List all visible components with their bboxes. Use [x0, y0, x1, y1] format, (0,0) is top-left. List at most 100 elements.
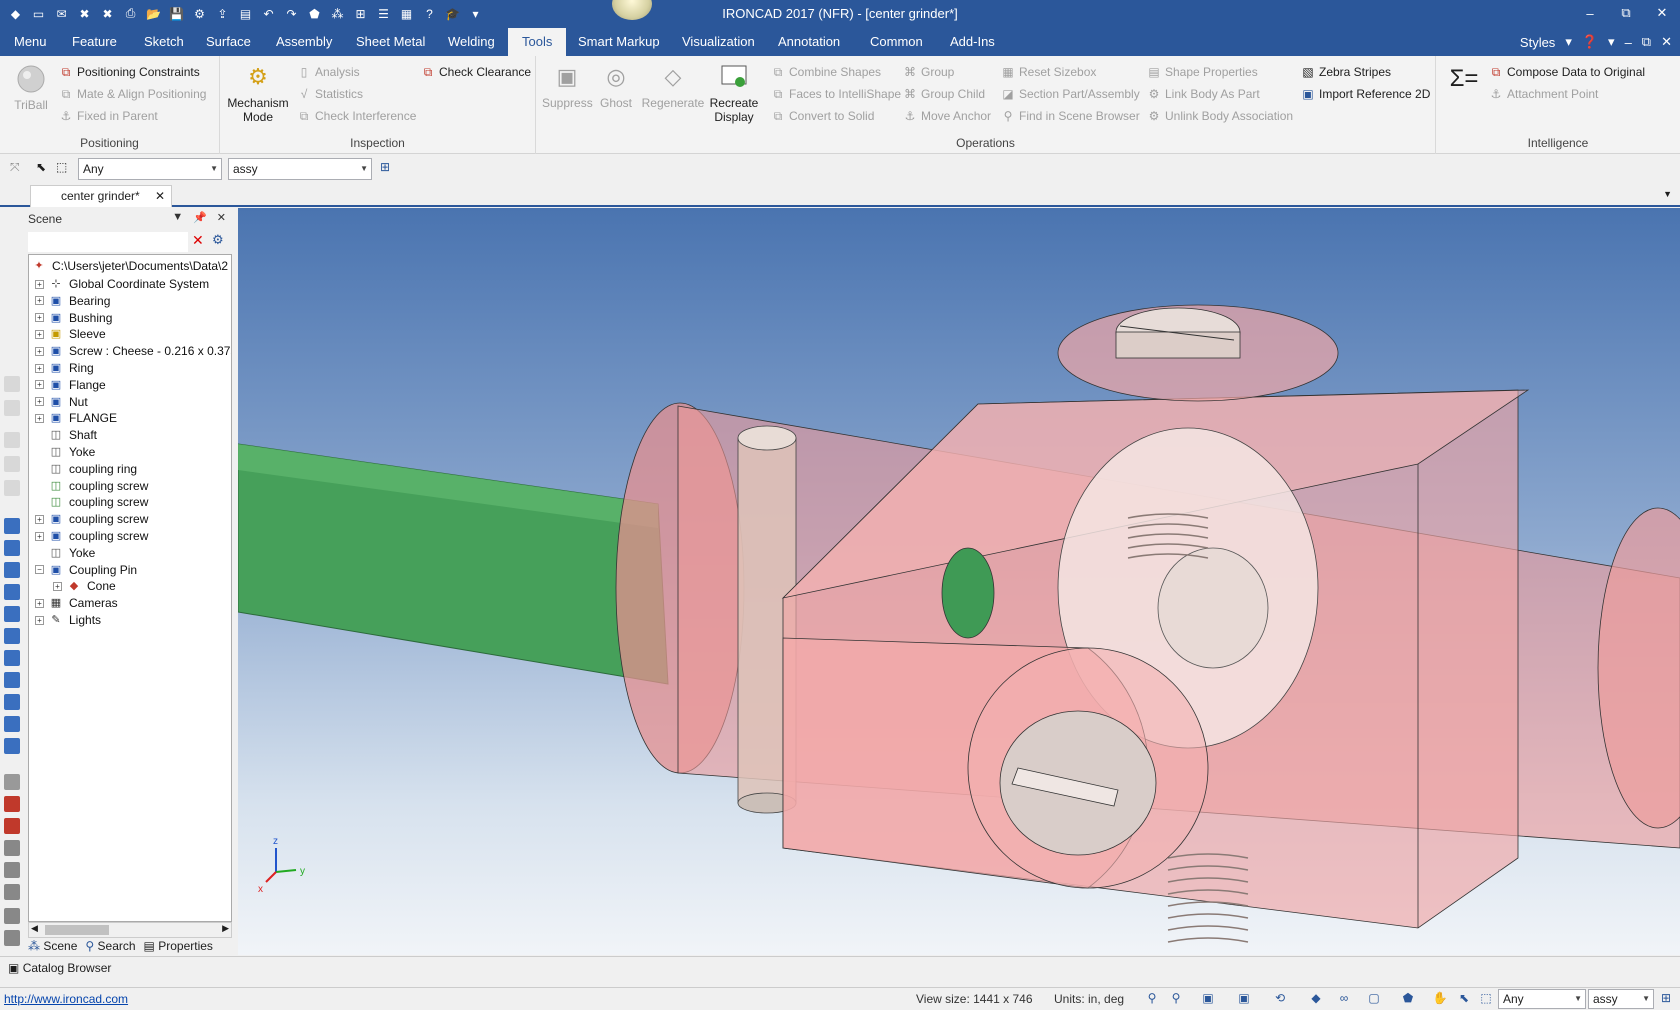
attachment-point-button[interactable]: ⚓ Attachment Point — [1488, 84, 1599, 104]
tab-assembly[interactable]: Assembly — [262, 28, 346, 56]
ruler-icon[interactable] — [4, 930, 20, 946]
close-icon[interactable]: ✕ — [155, 186, 165, 206]
import-reference-button[interactable]: ▣ Import Reference 2D — [1300, 84, 1430, 104]
zebra-stripes-button[interactable]: ▧ Zebra Stripes — [1300, 62, 1391, 82]
shape-properties-button[interactable]: ▤ Shape Properties — [1146, 62, 1257, 82]
reset-sizebox-button[interactable]: ▦ Reset Sizebox — [1000, 62, 1096, 82]
styles-dropdown-icon[interactable]: ▾ — [1565, 34, 1572, 50]
tree-item[interactable]: + ▣ Screw : Cheese - 0.216 x 0.375 — [35, 342, 231, 360]
render-mode-icon[interactable]: ◆ — [1308, 991, 1324, 1007]
expand-icon[interactable]: + — [35, 380, 44, 390]
sphere-shape-icon[interactable] — [4, 584, 20, 600]
view-eye-icon[interactable] — [4, 796, 20, 812]
group-child-button[interactable]: ⌘ Group Child — [902, 84, 985, 104]
cone-shape-icon[interactable] — [4, 562, 20, 578]
collapse-icon[interactable]: − — [35, 565, 44, 575]
tab-sketch[interactable]: Sketch — [130, 28, 198, 56]
statistics-button[interactable]: √ Statistics — [296, 84, 363, 104]
compose-data-button[interactable]: ⧉ Compose Data to Original — [1488, 62, 1645, 82]
tab-common[interactable]: Common — [856, 28, 937, 56]
select-mode-icon[interactable]: ⤧ — [10, 160, 20, 175]
doc-close-icon[interactable]: ✕ — [1661, 34, 1672, 50]
filter-select[interactable]: Any ▼ — [78, 158, 222, 180]
tool-icon-1[interactable] — [4, 376, 20, 392]
tree-item[interactable]: + ▣ Ring — [35, 359, 94, 377]
expand-icon[interactable]: + — [35, 413, 44, 423]
filter-options-icon[interactable]: ⚙ — [212, 232, 224, 248]
pan-icon[interactable]: ✋ — [1432, 991, 1448, 1007]
analysis-button[interactable]: ▯ Analysis — [296, 62, 360, 82]
combine-shapes-button[interactable]: ⧉ Combine Shapes — [770, 62, 881, 82]
expand-icon[interactable]: + — [35, 598, 44, 608]
assembly-tree-icon[interactable]: ⊞ — [380, 160, 390, 174]
assembly-tree-icon[interactable]: ⊞ — [1658, 991, 1674, 1007]
tree-item[interactable]: + ▣ FLANGE — [35, 409, 117, 427]
tree-item[interactable]: + ✎ Lights — [35, 611, 101, 629]
3d-viewport[interactable]: z y x — [238, 208, 1680, 955]
find-in-scene-button[interactable]: ⚲ Find in Scene Browser — [1000, 106, 1140, 126]
pen-icon[interactable] — [4, 908, 20, 924]
tree-item[interactable]: + ▣ coupling screw — [35, 510, 148, 528]
anchor-tool-icon[interactable] — [4, 818, 20, 834]
tab-add-ins[interactable]: Add-Ins — [936, 28, 1009, 56]
tab-smart-markup[interactable]: Smart Markup — [564, 28, 674, 56]
catalog-browser-toggle[interactable]: ▣ Catalog Browser — [8, 961, 111, 975]
tool-icon-2[interactable] — [4, 400, 20, 416]
pointer-icon[interactable]: ⬉ — [1456, 991, 1472, 1007]
ghost-button[interactable]: ◎ Ghost — [594, 60, 638, 111]
mate-align-button[interactable]: ⧉ Mate & Align Positioning — [58, 84, 207, 104]
group-button[interactable]: ⌘ Group — [902, 62, 954, 82]
tab-sheet-metal[interactable]: Sheet Metal — [342, 28, 439, 56]
zoom-icon[interactable]: ⚲ — [1144, 991, 1160, 1007]
unlink-body-button[interactable]: ⚙ Unlink Body Association — [1146, 106, 1293, 126]
expand-icon[interactable]: + — [53, 581, 62, 591]
display-mode-icon[interactable]: ▢ — [1366, 991, 1382, 1007]
select-box-icon[interactable]: ⬚ — [56, 160, 67, 174]
view-cube-icon[interactable]: ▣ — [1200, 991, 1216, 1007]
tree-item[interactable]: ◫ coupling ring — [35, 460, 137, 478]
slot-shape-icon[interactable] — [4, 672, 20, 688]
hex-shape-icon[interactable] — [4, 716, 20, 732]
faces-to-intellishape-button[interactable]: ⧉ Faces to IntelliShape — [770, 84, 901, 104]
convert-to-solid-button[interactable]: ⧉ Convert to Solid — [770, 106, 875, 126]
tab-annotation[interactable]: Annotation — [764, 28, 854, 56]
wedge-shape-icon[interactable] — [4, 628, 20, 644]
panel-tab-scene[interactable]: ⁂ Scene — [28, 939, 77, 953]
expand-icon[interactable]: + — [35, 363, 44, 373]
fixed-in-parent-button[interactable]: ⚓ Fixed in Parent — [58, 106, 158, 126]
block-shape-icon[interactable] — [4, 518, 20, 534]
tree-item[interactable]: + ▣ Bearing — [35, 292, 110, 310]
protractor-icon[interactable] — [4, 840, 20, 856]
tree-item[interactable]: + ▦ Cameras — [35, 594, 118, 612]
orient-icon[interactable]: ⟲ — [1272, 991, 1288, 1007]
recreate-display-button[interactable]: Recreate Display — [706, 60, 762, 124]
tab-tools[interactable]: Tools — [508, 28, 567, 56]
tree-item[interactable]: + ▣ Bushing — [35, 309, 112, 327]
link-body-button[interactable]: ⚙ Link Body As Part — [1146, 84, 1260, 104]
hole-shape-icon[interactable] — [4, 650, 20, 666]
orbit-icon[interactable] — [4, 862, 20, 878]
section-part-button[interactable]: ◪ Section Part/Assembly — [1000, 84, 1139, 104]
help-icon[interactable]: ❓ — [1582, 34, 1598, 50]
standard-views-icon[interactable]: ▣ — [1236, 991, 1252, 1007]
tree-item[interactable]: + ▣ Sleeve — [35, 325, 106, 343]
ironcad-link[interactable]: http://www.ironcad.com — [4, 992, 128, 1006]
clear-filter-icon[interactable]: ✕ — [192, 232, 204, 249]
check-interference-button[interactable]: ⧉ Check Interference — [296, 106, 417, 126]
doc-tab-center-grinder[interactable]: center grinder* ✕ — [30, 185, 172, 207]
status-level-select[interactable]: assy ▼ — [1588, 989, 1654, 1009]
expand-icon[interactable]: + — [35, 329, 44, 339]
help-dropdown-icon[interactable]: ▾ — [1608, 34, 1615, 50]
close-icon[interactable]: ✕ — [217, 211, 226, 224]
regenerate-button[interactable]: ◇ Regenerate — [640, 60, 706, 111]
status-filter-select[interactable]: Any ▼ — [1498, 989, 1586, 1009]
select-box-icon[interactable]: ⬚ — [1478, 991, 1494, 1007]
measure-icon[interactable] — [4, 774, 20, 790]
tree-item[interactable]: + ⊹ Global Coordinate System — [35, 275, 209, 293]
pointer-icon[interactable]: ⬉ — [36, 160, 46, 174]
expand-icon[interactable]: + — [35, 514, 44, 524]
torus-shape-icon[interactable] — [4, 606, 20, 622]
pipe-shape-icon[interactable] — [4, 694, 20, 710]
cylinder-shape-icon[interactable] — [4, 540, 20, 556]
scene-filter-input[interactable] — [28, 232, 188, 252]
